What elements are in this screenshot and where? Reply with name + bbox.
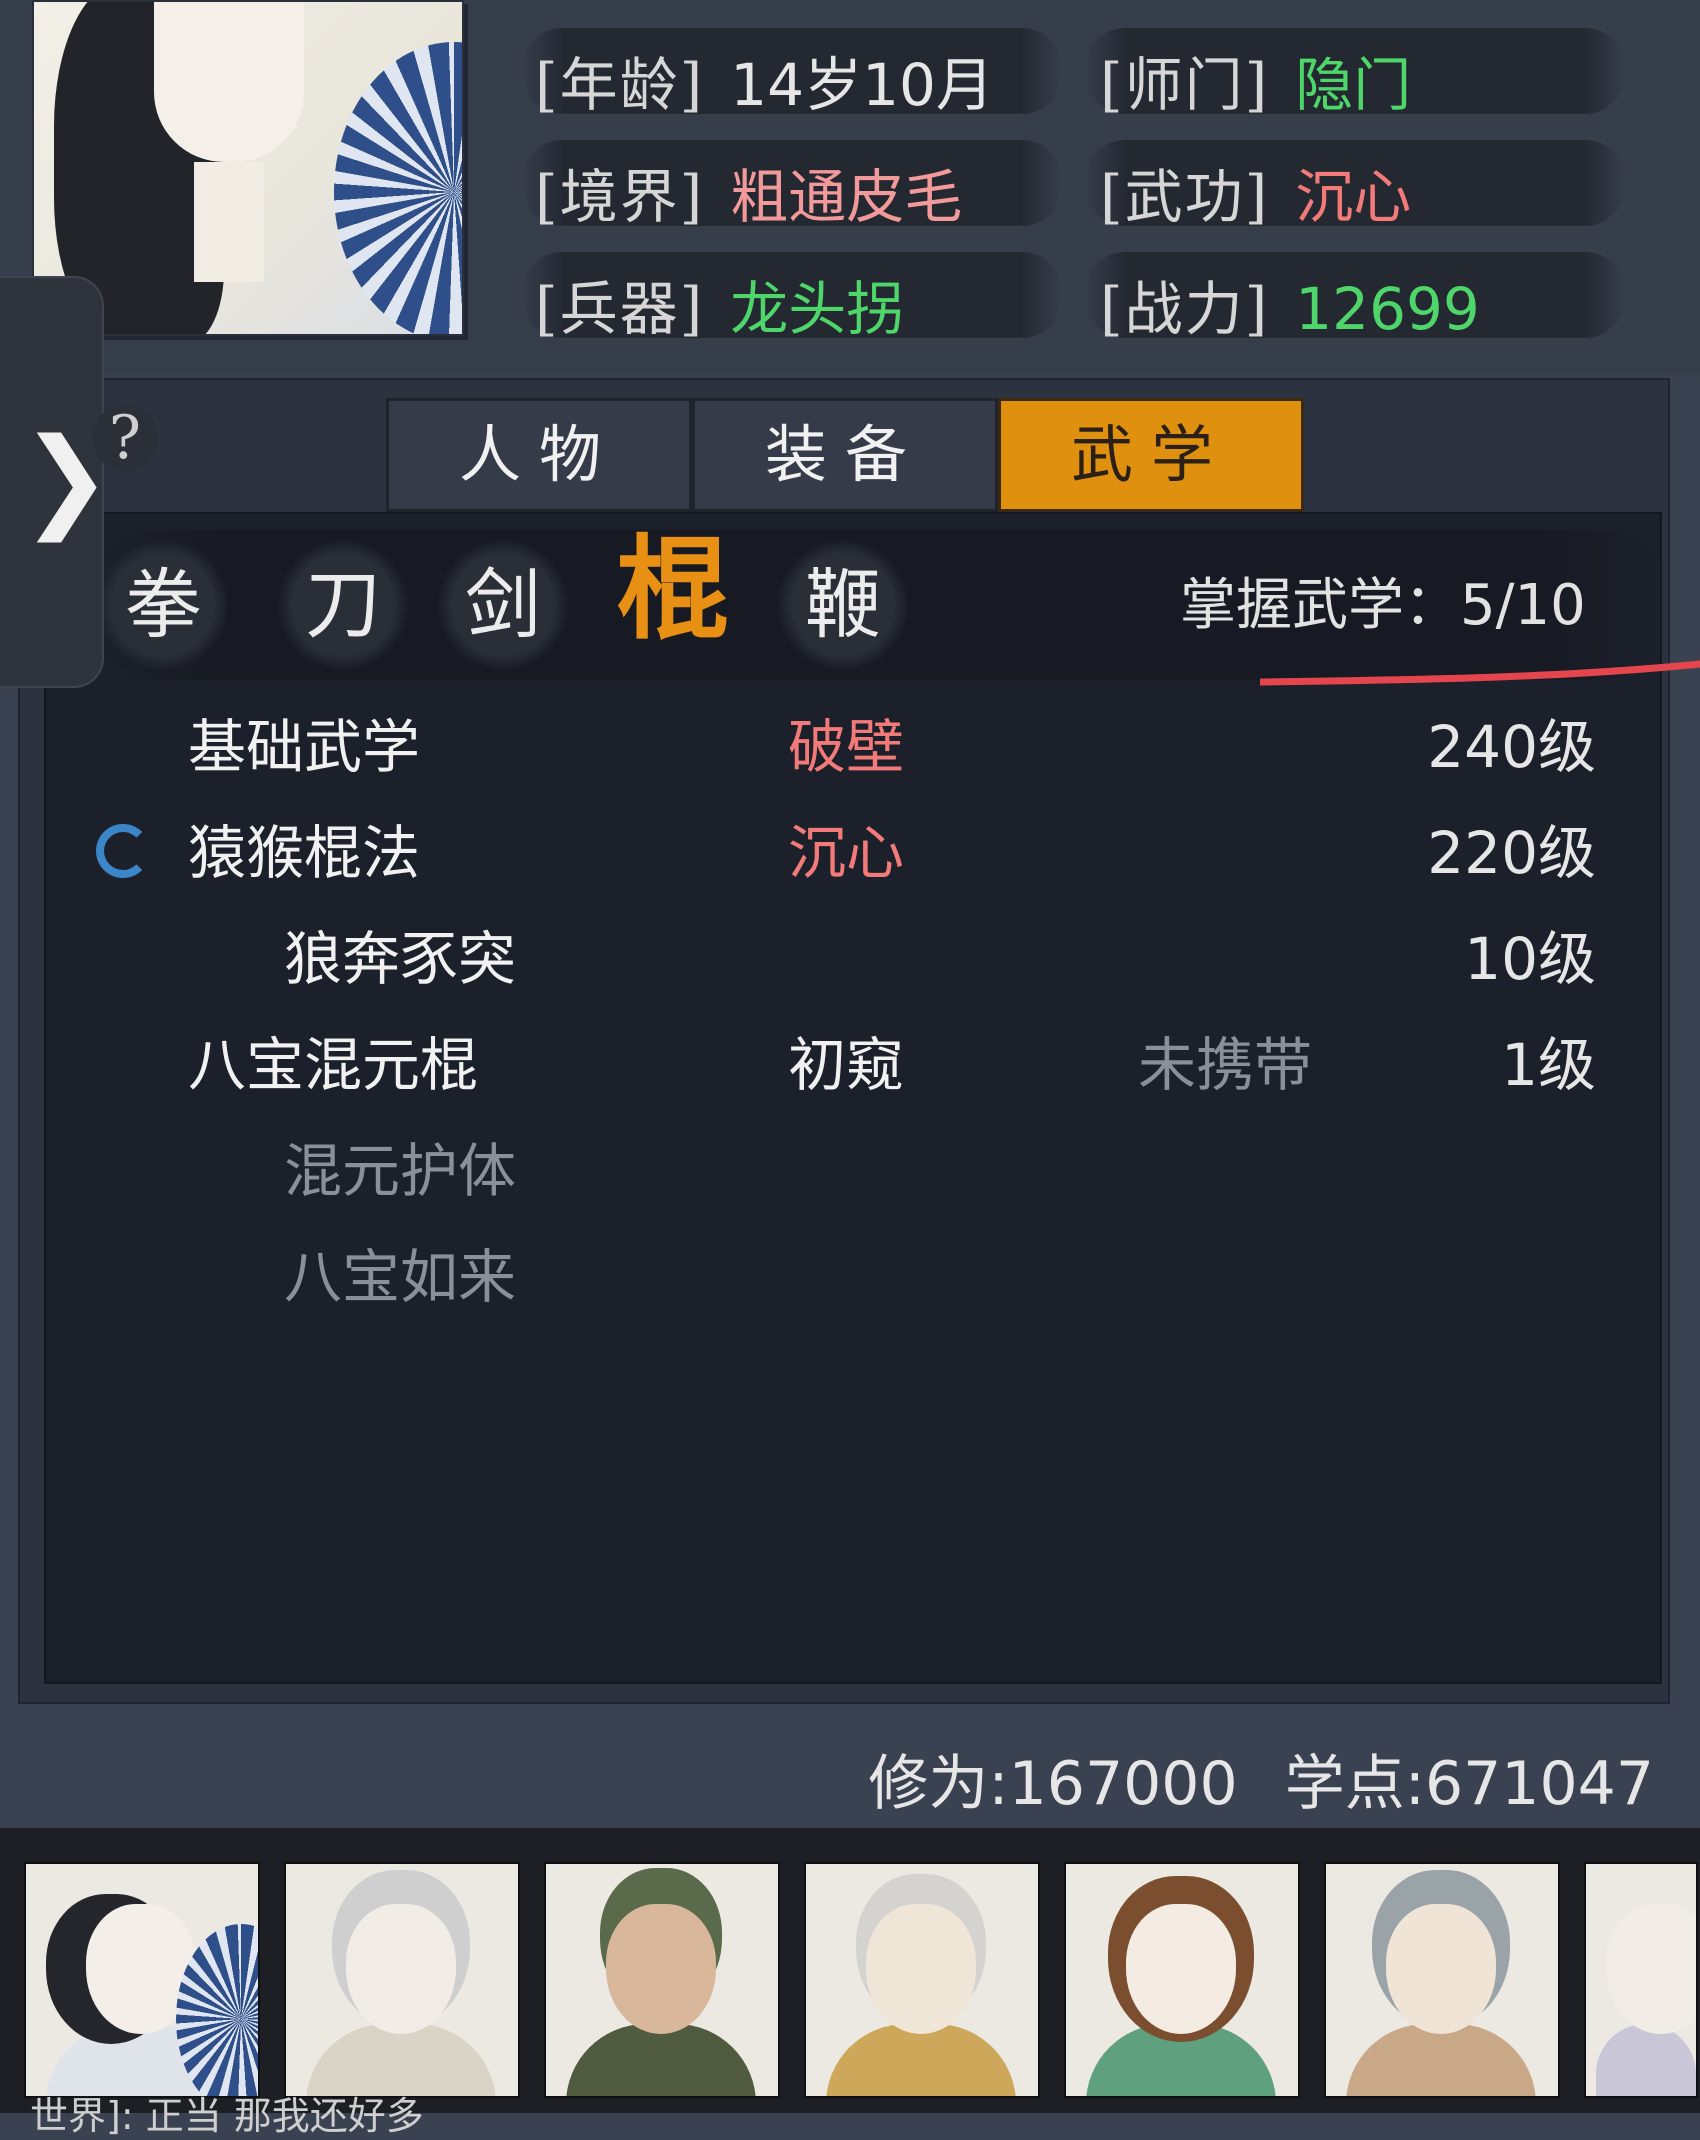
realm-label: [境界] xyxy=(535,163,705,231)
realm-value: 粗通皮毛 xyxy=(730,163,963,231)
roster-avatar[interactable] xyxy=(1324,1862,1560,2098)
weapon-row: [兵器] 龙头拐 xyxy=(535,262,904,346)
skill-carry-status: 未携带 xyxy=(1138,1031,1313,1099)
tab-martial-arts[interactable]: 武学 xyxy=(998,398,1304,512)
skill-name: 八宝混元棍 xyxy=(188,1031,479,1099)
weapon-tab-staff[interactable]: 棍 xyxy=(608,525,738,655)
power-label: [战力] xyxy=(1100,275,1270,343)
skill-level: 240级 xyxy=(1427,713,1596,781)
power-row: [战力] 12699 xyxy=(1100,262,1480,346)
age-value: 14岁10月 xyxy=(730,51,994,119)
skill-name: 混元护体 xyxy=(284,1137,517,1205)
skill-stage: 初窥 xyxy=(788,1031,905,1099)
sect-row: [师门] 隐门 xyxy=(1100,38,1411,122)
age-row: [年龄] 14岁10月 xyxy=(535,38,994,122)
skill-level: 1级 xyxy=(1501,1031,1596,1099)
skill-row[interactable]: 狼奔豕突 10级 xyxy=(0,912,1700,1012)
loading-spinner-icon xyxy=(96,824,150,878)
skill-row[interactable]: 猿猴棍法 沉心 220级 xyxy=(0,806,1700,906)
skill-name: 基础武学 xyxy=(188,713,421,781)
roster-avatar[interactable] xyxy=(24,1862,260,2098)
skill-level: 10级 xyxy=(1464,925,1596,993)
weapon-tab-fist[interactable]: 拳 xyxy=(98,540,228,670)
weapon-tab-blade[interactable]: 刀 xyxy=(278,540,408,670)
skill-row[interactable]: 混元护体 xyxy=(0,1124,1700,1224)
tab-equipment[interactable]: 装备 xyxy=(692,398,998,512)
roster-avatar[interactable] xyxy=(1584,1862,1698,2098)
sect-value: 隐门 xyxy=(1295,51,1412,119)
side-drawer-toggle[interactable]: ❯ xyxy=(0,278,112,686)
skill-row[interactable]: 基础武学 破壁 240级 xyxy=(0,700,1700,800)
skill-row[interactable]: 八宝如来 xyxy=(0,1230,1700,1330)
character-header: [年龄] 14岁10月 [师门] 隐门 [境界] 粗通皮毛 [武功] 沉心 [兵器] 龙头… xyxy=(0,0,1700,375)
portrait-neck xyxy=(194,162,264,282)
weapon-tab-sword[interactable]: 剑 xyxy=(438,540,568,670)
study-points-value: 学点:671047 xyxy=(1284,1749,1654,1819)
roster-avatar[interactable] xyxy=(1064,1862,1300,2098)
portrait-face xyxy=(154,2,304,162)
roster-avatar[interactable] xyxy=(544,1862,780,2098)
roster-avatar[interactable] xyxy=(284,1862,520,2098)
skill-stage: 沉心 xyxy=(788,819,905,887)
sect-label: [师门] xyxy=(1100,51,1270,119)
martial-label: [武功] xyxy=(1100,163,1270,231)
skill-name: 猿猴棍法 xyxy=(188,819,421,887)
annotation-underline xyxy=(1260,660,1700,686)
skill-level: 220级 xyxy=(1427,819,1596,887)
skill-stage: 破壁 xyxy=(788,713,905,781)
skill-name: 狼奔豕突 xyxy=(284,925,517,993)
tab-character[interactable]: 人物 xyxy=(386,398,692,512)
character-portrait[interactable] xyxy=(32,0,464,336)
realm-row: [境界] 粗通皮毛 xyxy=(535,150,962,234)
help-icon[interactable]: ? xyxy=(92,405,158,471)
weapon-value: 龙头拐 xyxy=(730,275,905,343)
stats-bar: 修为:167000 学点:671047 xyxy=(868,1735,1654,1822)
weapon-label: [兵器] xyxy=(535,275,705,343)
weapon-tab-whip[interactable]: 鞭 xyxy=(778,540,908,670)
power-value: 12699 xyxy=(1295,275,1480,343)
cultivation-value: 修为:167000 xyxy=(868,1749,1238,1819)
martial-value: 沉心 xyxy=(1295,163,1412,231)
age-label: [年龄] xyxy=(535,51,705,119)
fan-illustration xyxy=(334,42,462,334)
character-roster xyxy=(0,1828,1700,2113)
mastery-count: 掌握武学：5/10 xyxy=(1180,573,1586,638)
skill-row[interactable]: 八宝混元棍 初窥 未携带 1级 xyxy=(0,1018,1700,1118)
roster-avatar[interactable] xyxy=(804,1862,1040,2098)
martial-row: [武功] 沉心 xyxy=(1100,150,1411,234)
skill-name: 八宝如来 xyxy=(284,1243,517,1311)
